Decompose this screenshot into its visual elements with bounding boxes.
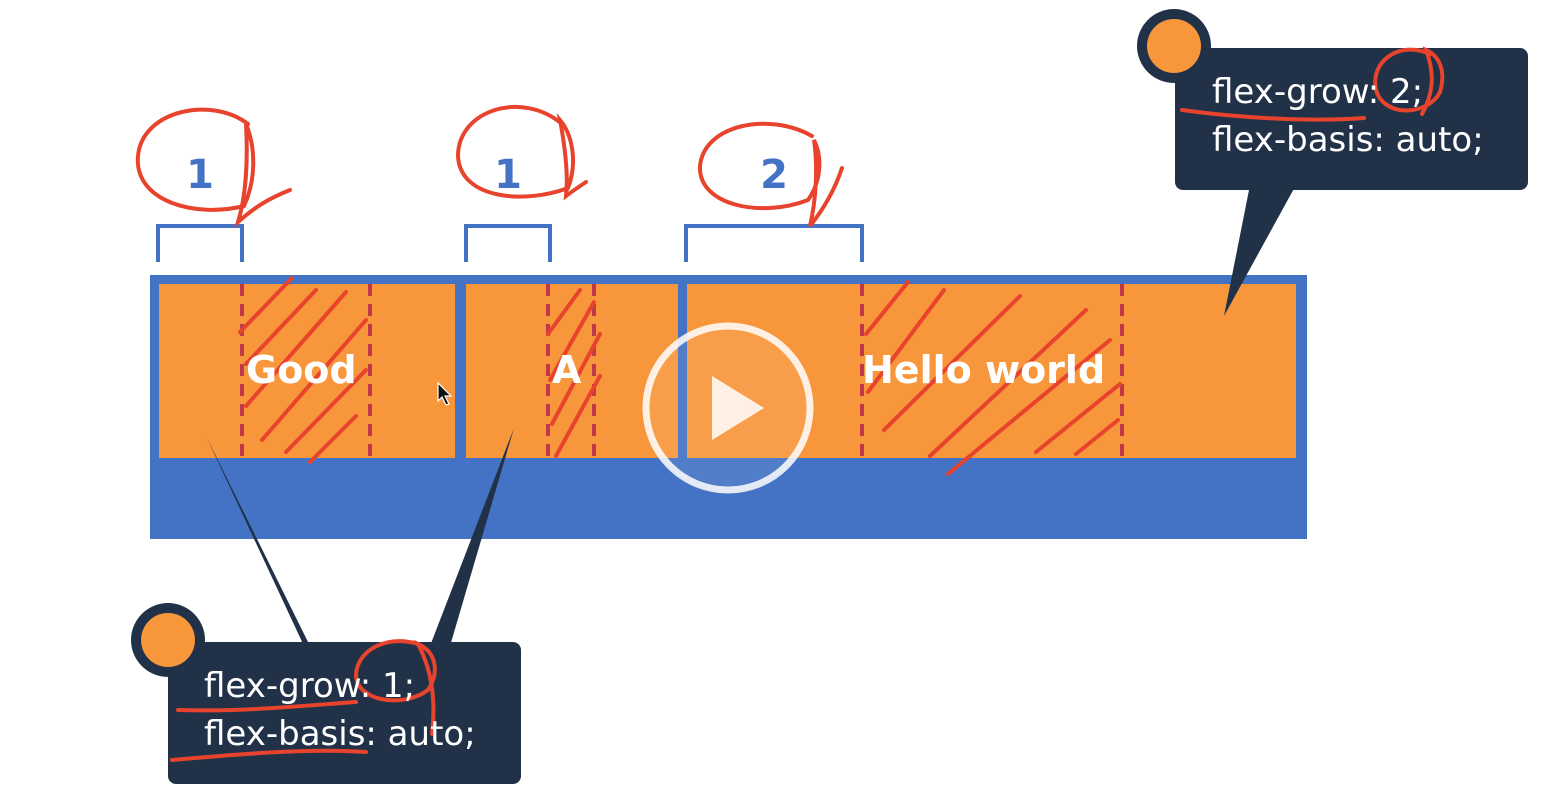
orange-dot-icon	[141, 613, 195, 667]
play-icon	[642, 322, 814, 494]
bracket-label-3: 2	[760, 152, 788, 198]
callout-bottom-line1: flex-grow: 1;	[204, 666, 416, 706]
video-frame: 1 1 2 Good A Hello world flex-grow: 2; f…	[0, 0, 1552, 805]
orange-dot-icon	[1147, 19, 1201, 73]
item-text-a: A	[552, 348, 582, 392]
grow-brackets	[156, 224, 864, 262]
bracket-label-1: 1	[186, 152, 214, 198]
item-text-good: Good	[246, 348, 357, 392]
callout-top-line1: flex-grow: 2;	[1212, 72, 1424, 112]
callout-top-line2: flex-basis: auto;	[1212, 120, 1484, 160]
item-text-hello-world: Hello world	[862, 348, 1106, 392]
callout-top-right	[1137, 9, 1528, 316]
play-button[interactable]	[640, 320, 816, 496]
bracket-label-2: 1	[494, 152, 522, 198]
callout-bottom-line2: flex-basis: auto;	[204, 714, 476, 754]
